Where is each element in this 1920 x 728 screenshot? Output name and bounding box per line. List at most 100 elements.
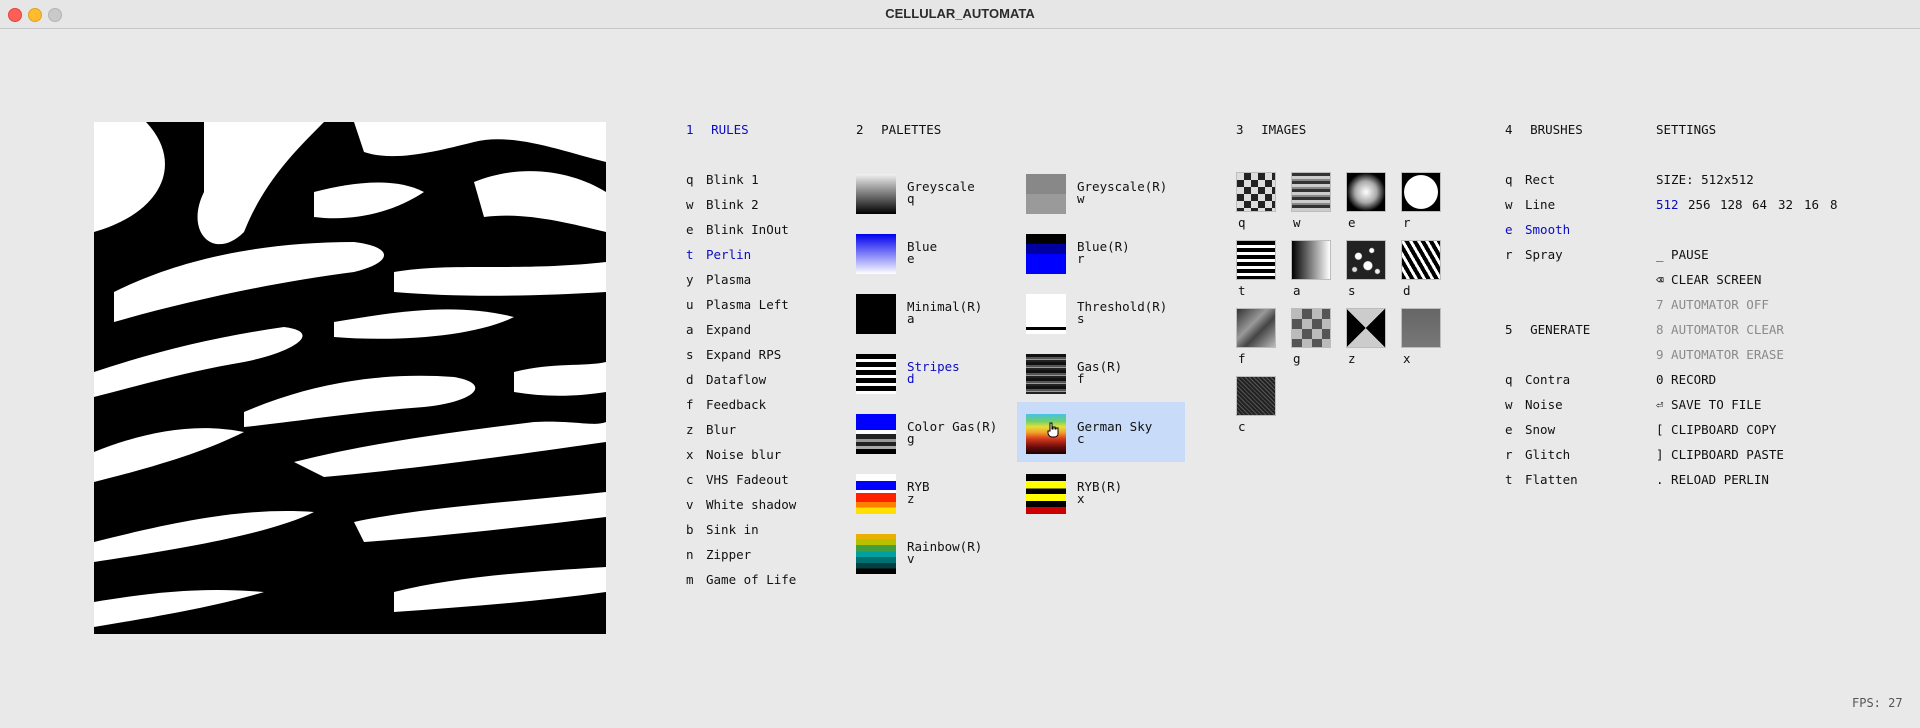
generate-label: Flatten: [1525, 472, 1578, 487]
size-option-16[interactable]: 16: [1804, 197, 1819, 213]
image-key: x: [1403, 351, 1411, 366]
stars-icon: [1346, 240, 1386, 280]
generate-key: w: [1505, 397, 1513, 412]
settings-action: 8 AUTOMATOR CLEAR: [1656, 322, 1784, 337]
rule-key: c: [686, 472, 694, 487]
generate-label: Noise: [1525, 397, 1563, 412]
palette-swatch: [856, 234, 896, 274]
rule-key: e: [686, 222, 694, 237]
palette-name: Color Gas(R): [907, 419, 998, 434]
palette-item[interactable]: Blue(R) r: [1026, 234, 1186, 276]
size-option-64[interactable]: 64: [1752, 197, 1767, 213]
palette-key: c: [1077, 431, 1085, 446]
rule-label: Dataflow: [706, 372, 767, 387]
automata-canvas[interactable]: [94, 122, 606, 634]
images-header[interactable]: 3 IMAGES: [1236, 122, 1306, 137]
generate-key: r: [1505, 447, 1513, 462]
dark-texture-icon: [1236, 376, 1276, 416]
rule-label: VHS Fadeout: [706, 472, 789, 487]
brush-label: Spray: [1525, 247, 1563, 262]
palette-swatch: [1026, 174, 1066, 214]
palette-swatch: [1026, 474, 1066, 514]
image-key: a: [1293, 283, 1301, 298]
settings-action[interactable]: ] CLIPBOARD PASTE: [1656, 447, 1784, 463]
palette-key: z: [907, 491, 915, 506]
palette-item[interactable]: RYB(R) x: [1026, 474, 1186, 516]
image-key: w: [1293, 215, 1301, 230]
rule-key: s: [686, 347, 694, 362]
palette-key: s: [1077, 311, 1085, 326]
settings-action[interactable]: ⏎ SAVE TO FILE: [1656, 397, 1761, 413]
rule-key: q: [686, 172, 694, 187]
blocks-icon: [1291, 308, 1331, 348]
palette-item[interactable]: Greyscale(R) w: [1026, 174, 1186, 216]
generate-header-number: 5: [1505, 322, 1513, 337]
grey-noise-icon: [1401, 308, 1441, 348]
palette-item[interactable]: Minimal(R) a: [856, 294, 1016, 336]
rule-label: Plasma Left: [706, 297, 789, 312]
palette-swatch: [1026, 294, 1066, 334]
palette-key: e: [907, 251, 915, 266]
palette-swatch: [856, 294, 896, 334]
settings-header: SETTINGS: [1656, 122, 1717, 137]
brush-key: e: [1505, 222, 1513, 237]
image-key: s: [1348, 283, 1356, 298]
size-option-128[interactable]: 128: [1720, 197, 1743, 213]
rule-key: b: [686, 522, 694, 537]
generate-header[interactable]: 5 GENERATE: [1505, 322, 1590, 337]
palette-item[interactable]: Blue e: [856, 234, 1016, 276]
palette-item[interactable]: Rainbow(R) v: [856, 534, 1016, 576]
brushes-header-number: 4: [1505, 122, 1513, 137]
palette-swatch: [856, 414, 896, 454]
image-key: e: [1348, 215, 1356, 230]
palette-item[interactable]: Stripes d: [856, 354, 1016, 396]
rule-label: Expand: [706, 322, 752, 337]
brushes-header[interactable]: 4 BRUSHES: [1505, 122, 1583, 137]
settings-action[interactable]: _ PAUSE: [1656, 247, 1709, 263]
palette-key: r: [1077, 251, 1085, 266]
palette-swatch: [1026, 354, 1066, 394]
palettes-header[interactable]: 2 PALETTES: [856, 122, 941, 137]
palette-swatch: [856, 474, 896, 514]
palette-key: a: [907, 311, 915, 326]
size-option-256[interactable]: 256: [1688, 197, 1711, 213]
rule-key: f: [686, 397, 694, 412]
palette-item[interactable]: Threshold(R) s: [1026, 294, 1186, 336]
palette-name: Greyscale(R): [1077, 179, 1168, 194]
palette-item[interactable]: Color Gas(R) g: [856, 414, 1016, 456]
rule-label: Noise blur: [706, 447, 782, 462]
palette-key: v: [907, 551, 915, 566]
rule-label: Blur: [706, 422, 737, 437]
palette-key: w: [1077, 191, 1085, 206]
settings-action[interactable]: 0 RECORD: [1656, 372, 1716, 388]
brush-label: Smooth: [1525, 222, 1571, 237]
brush-key: w: [1505, 197, 1513, 212]
image-key: d: [1403, 283, 1411, 298]
settings-action[interactable]: . RELOAD PERLIN: [1656, 472, 1769, 488]
palette-key: g: [907, 431, 915, 446]
rules-header[interactable]: 1 RULES: [686, 122, 749, 137]
rule-label: Feedback: [706, 397, 767, 412]
palette-item[interactable]: Greyscale q: [856, 174, 1016, 216]
settings-action[interactable]: ⌫ CLEAR SCREEN: [1656, 272, 1761, 288]
image-key: z: [1348, 351, 1356, 366]
image-key: f: [1238, 351, 1246, 366]
palette-item[interactable]: RYB z: [856, 474, 1016, 516]
palette-key: q: [907, 191, 915, 206]
size-option-512[interactable]: 512: [1656, 197, 1679, 213]
palette-swatch: [856, 534, 896, 574]
fps-counter: FPS: 27: [1852, 696, 1903, 710]
window-title: CELLULAR_AUTOMATA: [885, 6, 1035, 21]
rule-key: n: [686, 547, 694, 562]
size-option-32[interactable]: 32: [1778, 197, 1793, 213]
radial-glow-icon: [1346, 172, 1386, 212]
palettes-header-number: 2: [856, 122, 864, 137]
rule-label: Blink 2: [706, 197, 759, 212]
size-option-8[interactable]: 8: [1830, 197, 1838, 213]
rule-key: a: [686, 322, 694, 337]
palette-item[interactable]: Gas(R) f: [1026, 354, 1186, 396]
palette-swatch: [856, 174, 896, 214]
palette-name: German Sky: [1077, 419, 1153, 434]
settings-action[interactable]: [ CLIPBOARD COPY: [1656, 422, 1776, 438]
generate-label: Snow: [1525, 422, 1556, 437]
